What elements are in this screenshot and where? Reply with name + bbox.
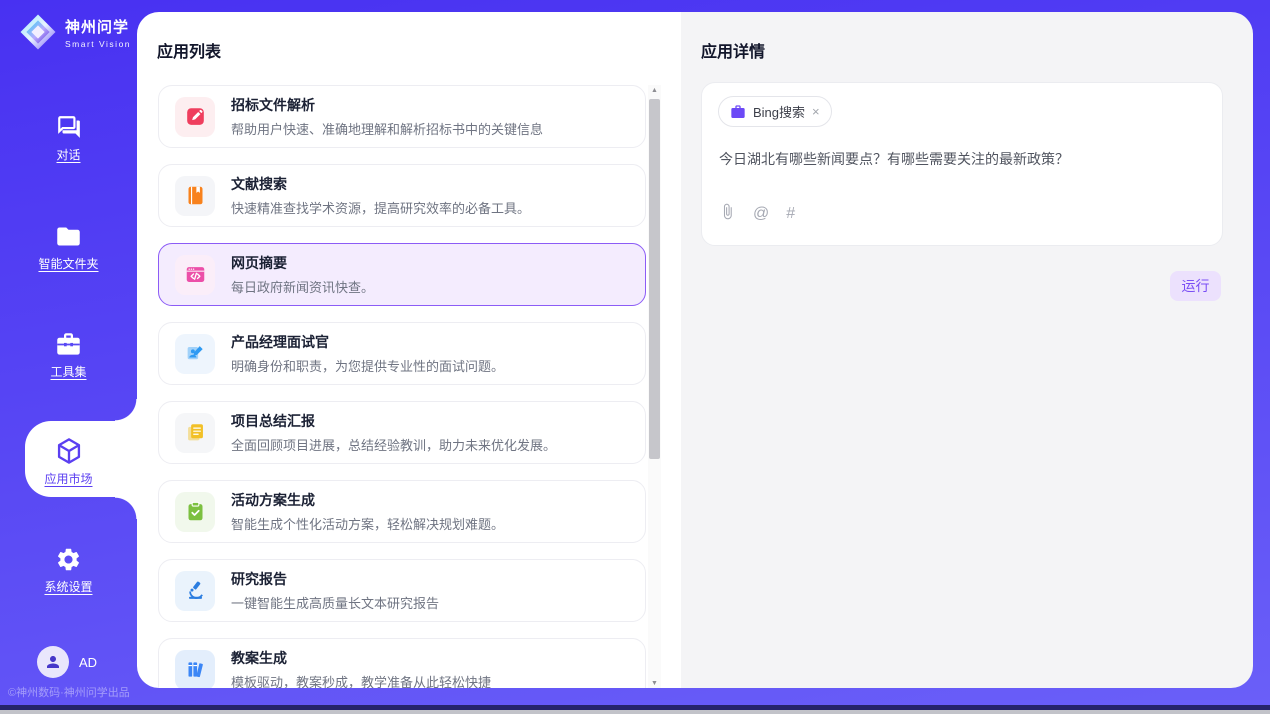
avatar[interactable] [37,646,69,678]
window-bottom-strip [0,710,1270,714]
sidebar-item-4[interactable]: 应用市场 [0,437,137,487]
gear-icon [55,545,83,573]
book-icon [175,176,215,216]
app-list: 招标文件解析 帮助用户快速、准确地理解和解析招标书中的关键信息 文献搜索 快速精… [158,85,646,688]
folder-icon [55,222,83,250]
clipboard-check-icon [175,492,215,532]
toolbox-icon [55,330,83,358]
query-input[interactable]: 今日湖北有哪些新闻要点？有哪些需要关注的最新政策？ [719,149,1199,169]
cube-icon [55,437,83,465]
app-list-title: 应用列表 [157,38,221,62]
books-icon [175,650,215,689]
chip-close-icon[interactable]: × [812,104,820,119]
user-row[interactable]: AD [37,646,97,678]
list-scrollbar[interactable]: ▲ ▼ [648,85,661,688]
logo-subtitle: Smart Vision [65,39,131,49]
app-card[interactable]: 招标文件解析 帮助用户快速、准确地理解和解析招标书中的关键信息 [158,85,646,148]
app-card[interactable]: 文献搜索 快速精准查找学术资源，提高研究效率的必备工具。 [158,164,646,227]
scroll-up-icon[interactable]: ▲ [651,85,658,97]
logo-diamond-icon [18,12,58,52]
app-card[interactable]: 研究报告 一键智能生成高质量长文本研究报告 [158,559,646,622]
app-card[interactable]: 项目总结汇报 全面回顾项目进展，总结经验教训，助力未来优化发展。 [158,401,646,464]
briefcase-icon [730,104,746,120]
app-detail-title: 应用详情 [701,38,765,62]
edit-doc-icon [175,97,215,137]
tool-chip-label: Bing搜索 [753,102,805,121]
person-icon [44,653,62,671]
logo-title: 神州问学 [65,16,131,37]
app-card[interactable]: 活动方案生成 智能生成个性化活动方案，轻松解决规划难题。 [158,480,646,543]
sidebar-item-2[interactable]: 智能文件夹 [0,222,137,272]
app-card[interactable]: 网页摘要 每日政府新闻资讯快查。 [158,243,646,306]
browser-code-icon [175,255,215,295]
sidebar-item-5[interactable]: 系统设置 [0,545,137,595]
user-initials: AD [79,655,97,670]
paperclip-icon[interactable] [719,203,736,225]
copyright-text: ©神州数码·神州问学出品 [8,684,130,700]
app-logo: 神州问学 Smart Vision [18,12,131,52]
hash-icon[interactable]: # [786,205,795,223]
app-card[interactable]: 产品经理面试官 明确身份和职责，为您提供专业性的面试问题。 [158,322,646,385]
sidebar-item-1[interactable]: 对话 [0,113,137,163]
scrollbar-thumb[interactable] [649,99,660,459]
tool-chip-bing-search[interactable]: Bing搜索 × [718,96,832,127]
interview-icon [175,334,215,374]
scroll-down-icon[interactable]: ▼ [651,678,658,688]
run-button[interactable]: 运行 [1170,271,1221,301]
at-icon[interactable]: @ [753,205,769,223]
prompt-card[interactable]: Bing搜索 × 今日湖北有哪些新闻要点？有哪些需要关注的最新政策？ @# [701,82,1223,246]
input-toolbar: @# [719,203,795,225]
scrollbar-track[interactable] [648,97,661,678]
app-list-panel: 应用列表 招标文件解析 帮助用户快速、准确地理解和解析招标书中的关键信息 文献搜… [137,12,681,688]
app-detail-panel: 应用详情 Bing搜索 × 今日湖北有哪些新闻要点？有哪些需要关注的最新政策？ … [681,12,1253,688]
notes-icon [175,413,215,453]
chat-icon [55,113,83,141]
main-content: 应用列表 招标文件解析 帮助用户快速、准确地理解和解析招标书中的关键信息 文献搜… [137,12,1253,688]
sidebar-item-3[interactable]: 工具集 [0,330,137,380]
microscope-icon [175,571,215,611]
app-card[interactable]: 教案生成 模板驱动，教案秒成，教学准备从此轻松快捷 [158,638,646,688]
sidebar: 神州问学 Smart Vision 对话 智能文件夹 工具集 应用市场 系统设置… [0,0,137,706]
